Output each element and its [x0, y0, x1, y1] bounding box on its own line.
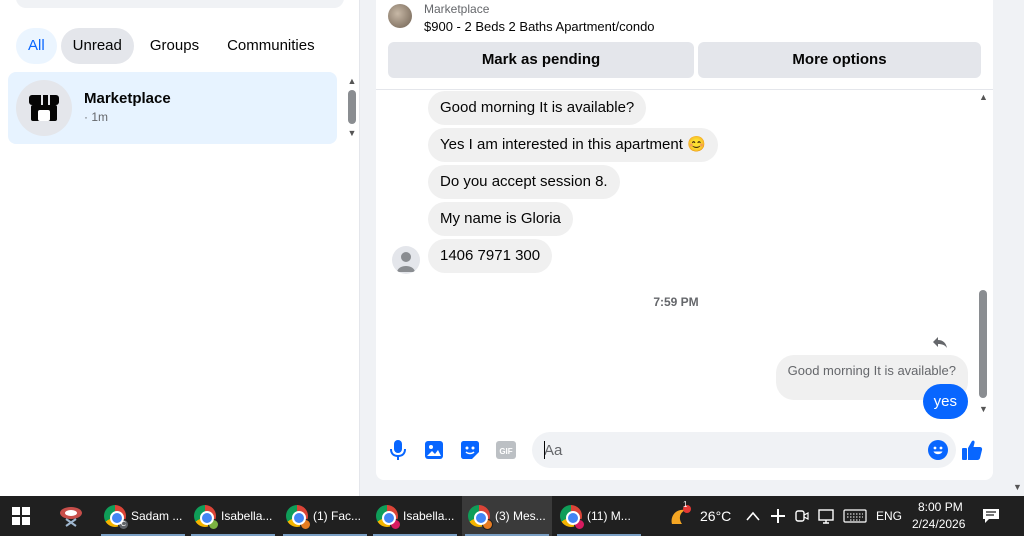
sent-message[interactable]: yes [922, 384, 968, 419]
sender-avatar[interactable] [392, 246, 420, 274]
filter-chips: All Unread Groups Communities [16, 28, 327, 64]
listing-title[interactable]: $900 - 2 Beds 2 Baths Apartment/condo [424, 19, 655, 34]
scrollbar-thumb[interactable] [348, 90, 356, 124]
gif-label: GIF [499, 447, 512, 456]
weather-badge: 1 [683, 500, 688, 509]
clock-date[interactable]: 2/24/2026 [912, 517, 965, 531]
chrome-icon [376, 505, 401, 530]
mark-as-pending-button[interactable]: Mark as pending [388, 42, 694, 78]
chrome-icon [468, 505, 493, 530]
weather-icon [671, 505, 691, 524]
conversation-item-marketplace[interactable]: Marketplace · 1m [8, 72, 337, 144]
received-message[interactable]: Do you accept session 8. [428, 165, 620, 199]
windows-start-icon[interactable] [12, 496, 38, 536]
received-message[interactable]: 1406 7971 300 [428, 239, 553, 273]
like-icon[interactable] [960, 438, 984, 462]
notification-icon[interactable] [982, 496, 1002, 536]
window-title: Isabella... [403, 509, 455, 523]
listing-source: Marketplace [424, 2, 490, 16]
window-title: (3) Mes... [495, 509, 546, 523]
window-title: Sadam ... [131, 509, 183, 523]
window-title: Isabella... [221, 509, 273, 523]
filter-unread[interactable]: Unread [60, 28, 134, 64]
taskbar-chrome-window[interactable]: (11) M... [554, 496, 644, 536]
profile-badge [300, 519, 311, 530]
keyboard-icon[interactable] [843, 496, 867, 536]
profile-badge [482, 519, 493, 530]
filter-communities[interactable]: Communities [215, 28, 327, 64]
weather-widget[interactable]: 1 26°C [668, 496, 738, 536]
taskbar-chrome-window-active[interactable]: (3) Mes... [462, 496, 552, 536]
taskbar-chrome-window[interactable]: Isabella... [370, 496, 460, 536]
conversation-time: · 1m [84, 110, 108, 124]
profile-badge [208, 519, 219, 530]
scroll-up-arrow-icon[interactable]: ▲ [346, 76, 358, 86]
window-title: (11) M... [587, 509, 631, 523]
page-scroll-down-arrow-icon[interactable]: ▼ [1013, 482, 1022, 492]
chevron-up-icon[interactable] [746, 496, 762, 536]
photo-icon[interactable] [422, 438, 446, 462]
profile-badge [574, 519, 585, 530]
chrome-icon: C [104, 505, 129, 530]
plus-icon[interactable] [770, 496, 786, 536]
emoji-icon[interactable] [928, 440, 948, 460]
window-title: (1) Fac... [313, 509, 362, 523]
snipping-tool-icon[interactable] [58, 496, 88, 536]
more-options-button[interactable]: More options [698, 42, 981, 78]
listing-thumbnail[interactable] [388, 4, 412, 28]
conversation-name: Marketplace [84, 90, 171, 107]
chrome-icon [560, 505, 585, 530]
profile-badge [390, 519, 401, 530]
taskbar-chrome-window[interactable]: C Sadam ... [98, 496, 188, 536]
received-message[interactable]: My name is Gloria [428, 202, 573, 236]
conversation-list-panel: All Unread Groups Communities Marketplac… [0, 0, 360, 496]
filter-groups[interactable]: Groups [138, 28, 211, 64]
scroll-down-arrow-icon[interactable]: ▼ [346, 128, 358, 138]
search-input[interactable] [16, 0, 344, 8]
taskbar-chrome-window[interactable]: Isabella... [188, 496, 278, 536]
scroll-down-arrow-icon[interactable]: ▼ [979, 404, 988, 414]
gif-icon[interactable]: GIF [494, 438, 518, 462]
text-caret [544, 441, 545, 459]
scrollbar-thumb[interactable] [979, 290, 987, 398]
language-indicator[interactable]: ENG [876, 509, 902, 523]
chat-panel: Marketplace $900 - 2 Beds 2 Baths Apartm… [376, 0, 993, 480]
meet-now-icon[interactable] [795, 496, 811, 536]
network-icon[interactable] [818, 496, 836, 536]
marketplace-shop-icon [16, 80, 72, 136]
reply-icon [932, 334, 948, 350]
microphone-icon[interactable] [386, 438, 410, 462]
sticker-icon[interactable] [458, 438, 482, 462]
chrome-icon [286, 505, 311, 530]
received-message[interactable]: Yes I am interested in this apartment 😊 [428, 128, 718, 162]
message-input[interactable] [544, 432, 904, 468]
taskbar-chrome-window[interactable]: (1) Fac... [280, 496, 370, 536]
windows-taskbar: C Sadam ... Isabella... (1) Fac... Isabe… [0, 496, 1024, 536]
weather-temperature: 26°C [700, 508, 732, 524]
message-composer[interactable] [532, 432, 956, 468]
chrome-icon [194, 505, 219, 530]
received-message[interactable]: Good morning It is available? [428, 91, 647, 125]
listing-header: Marketplace $900 - 2 Beds 2 Baths Apartm… [376, 0, 993, 90]
clock-time[interactable]: 8:00 PM [918, 500, 963, 514]
filter-all[interactable]: All [16, 28, 57, 64]
scroll-up-arrow-icon[interactable]: ▲ [979, 92, 988, 102]
message-timestamp: 7:59 PM [653, 295, 699, 309]
profile-badge: C [118, 519, 129, 530]
